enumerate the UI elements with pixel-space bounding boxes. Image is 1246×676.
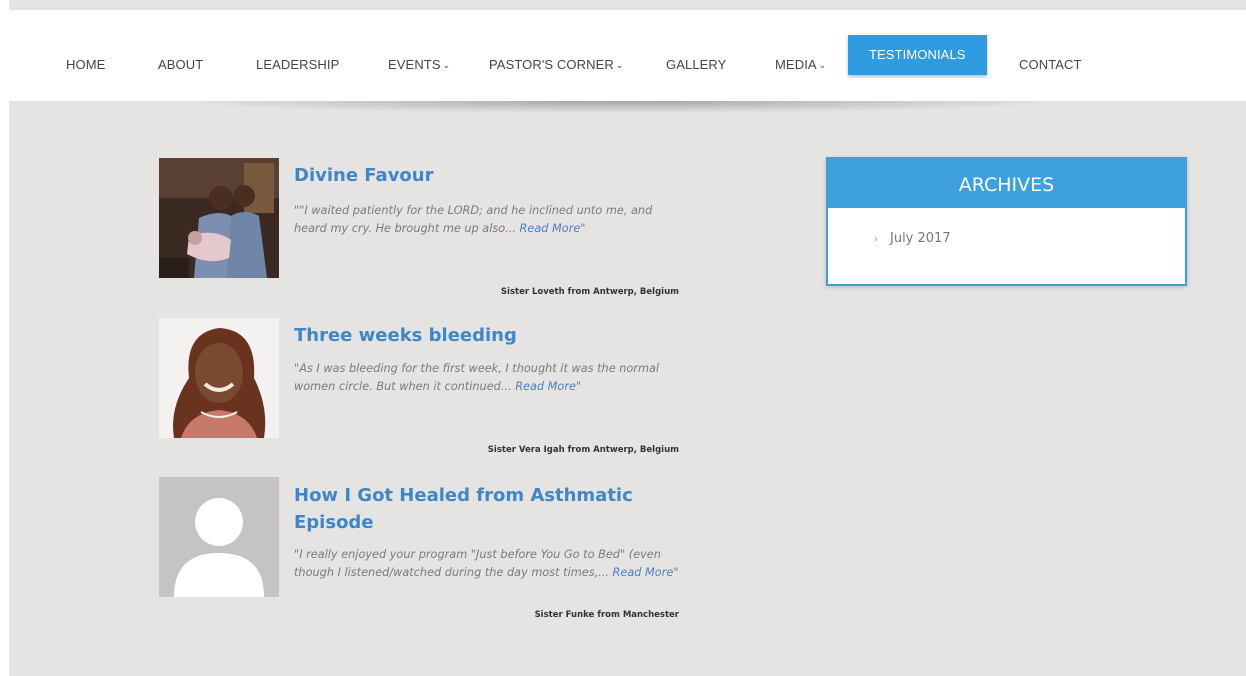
archives-title: ARCHIVES — [828, 159, 1185, 208]
nav-gallery[interactable]: GALLERY — [666, 46, 726, 84]
nav-pastors-corner-label: PASTOR'S CORNER — [489, 57, 614, 72]
nav-testimonials[interactable]: TESTIMONIALS — [848, 35, 987, 75]
archives-item-label: July 2017 — [890, 231, 951, 246]
archives-item-july-2017[interactable]: › July 2017 — [874, 231, 951, 246]
testimonial-item: How I Got Healed from Asthmatic Episode … — [159, 477, 679, 627]
woman-portrait-icon — [159, 318, 279, 438]
nav-leadership[interactable]: LEADERSHIP — [256, 46, 339, 84]
nav-media[interactable]: MEDIA ⌄ — [775, 46, 826, 84]
testimonial-thumbnail[interactable] — [159, 318, 279, 438]
testimonial-thumbnail[interactable] — [159, 477, 279, 597]
quote-close: " — [673, 566, 679, 579]
testimonial-author: Sister Funke from Manchester — [534, 610, 679, 620]
nav-media-label: MEDIA — [775, 57, 817, 72]
chevron-down-icon: ⌄ — [818, 60, 827, 70]
testimonial-title[interactable]: Three weeks bleeding — [294, 322, 679, 349]
main-navigation: HOME ABOUT LEADERSHIP EVENTS ⌄ PASTOR'S C… — [9, 10, 1246, 101]
read-more-link[interactable]: Read More — [613, 566, 674, 579]
testimonial-author: Sister Vera Igah from Antwerp, Belgium — [487, 445, 679, 455]
nav-gallery-label: GALLERY — [666, 57, 727, 72]
nav-pastors-corner[interactable]: PASTOR'S CORNER ⌄ — [489, 46, 624, 84]
avatar-placeholder-icon — [159, 477, 279, 597]
nav-contact[interactable]: CONTACT — [1019, 46, 1082, 84]
chevron-down-icon: ⌄ — [615, 60, 624, 70]
testimonial-thumbnail[interactable] — [159, 158, 279, 278]
quote-close: " — [575, 380, 582, 393]
nav-events-label: EVENTS — [388, 57, 441, 72]
chevron-down-icon: ⌄ — [442, 60, 451, 70]
nav-events[interactable]: EVENTS ⌄ — [388, 46, 450, 84]
read-more-link[interactable]: Read More — [520, 222, 581, 235]
nav-home[interactable]: HOME — [66, 46, 105, 84]
nav-about[interactable]: ABOUT — [158, 46, 203, 84]
quote-text: "I really enjoyed your program "Just bef… — [294, 548, 661, 579]
archives-widget: ARCHIVES › July 2017 — [826, 157, 1187, 286]
nav-testimonials-label: TESTIMONIALS — [869, 47, 966, 62]
chevron-right-icon: › — [874, 234, 878, 245]
nav-about-label: ABOUT — [158, 57, 204, 72]
testimonial-quote: ""I waited patiently for the LORD; and h… — [294, 202, 684, 238]
nav-contact-label: CONTACT — [1019, 57, 1082, 72]
testimonial-item: Divine Favour ""I waited patiently for t… — [159, 158, 679, 298]
testimonial-author: Sister Loveth from Antwerp, Belgium — [500, 287, 679, 297]
family-photo-icon — [159, 158, 279, 278]
testimonial-quote: "I really enjoyed your program "Just bef… — [294, 546, 684, 582]
quote-close: " — [580, 222, 586, 235]
nav-shadow — [180, 101, 1060, 113]
read-more-link[interactable]: Read More — [515, 380, 576, 393]
testimonial-title[interactable]: Divine Favour — [294, 162, 679, 189]
testimonial-item: Three weeks bleeding "As I was bleeding … — [159, 318, 679, 458]
quote-text: "As I was bleeding for the first week, I… — [294, 362, 660, 393]
testimonial-quote: "As I was bleeding for the first week, I… — [294, 360, 684, 396]
nav-leadership-label: LEADERSHIP — [256, 57, 340, 72]
nav-home-label: HOME — [66, 57, 106, 72]
quote-text: ""I waited patiently for the LORD; and h… — [294, 204, 653, 235]
testimonial-title[interactable]: How I Got Healed from Asthmatic Episode — [294, 482, 679, 536]
